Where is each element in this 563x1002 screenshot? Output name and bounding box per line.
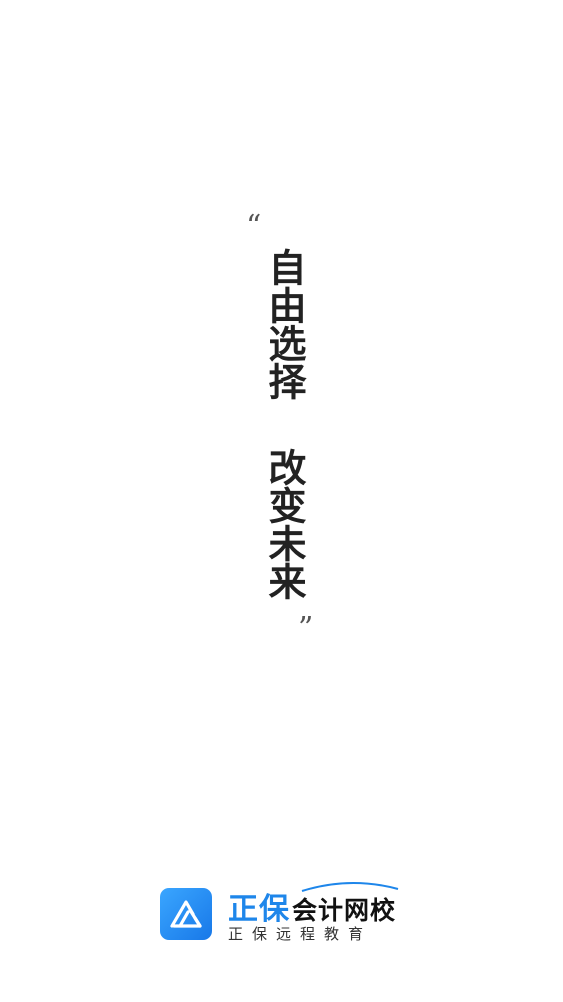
brand-logo: 正保会计网校 正保远程教育 <box>160 880 410 946</box>
brand-name: 正保会计网校 <box>228 884 396 928</box>
brand-name-primary: 正保 <box>228 892 290 927</box>
zhengbao-logo-icon <box>160 888 212 940</box>
slogan-line-2: 改变未来 <box>262 448 307 600</box>
brand-name-secondary: 会计网校 <box>292 896 397 925</box>
splash-screen: “ 自由选择 改变未来 ” 正保会计网校 正保远程教育 <box>0 0 563 1002</box>
slogan-line-1: 自由选择 <box>262 248 307 400</box>
close-quote-mark: ” <box>298 611 314 646</box>
brand-tagline: 正保远程教育 <box>228 925 373 943</box>
